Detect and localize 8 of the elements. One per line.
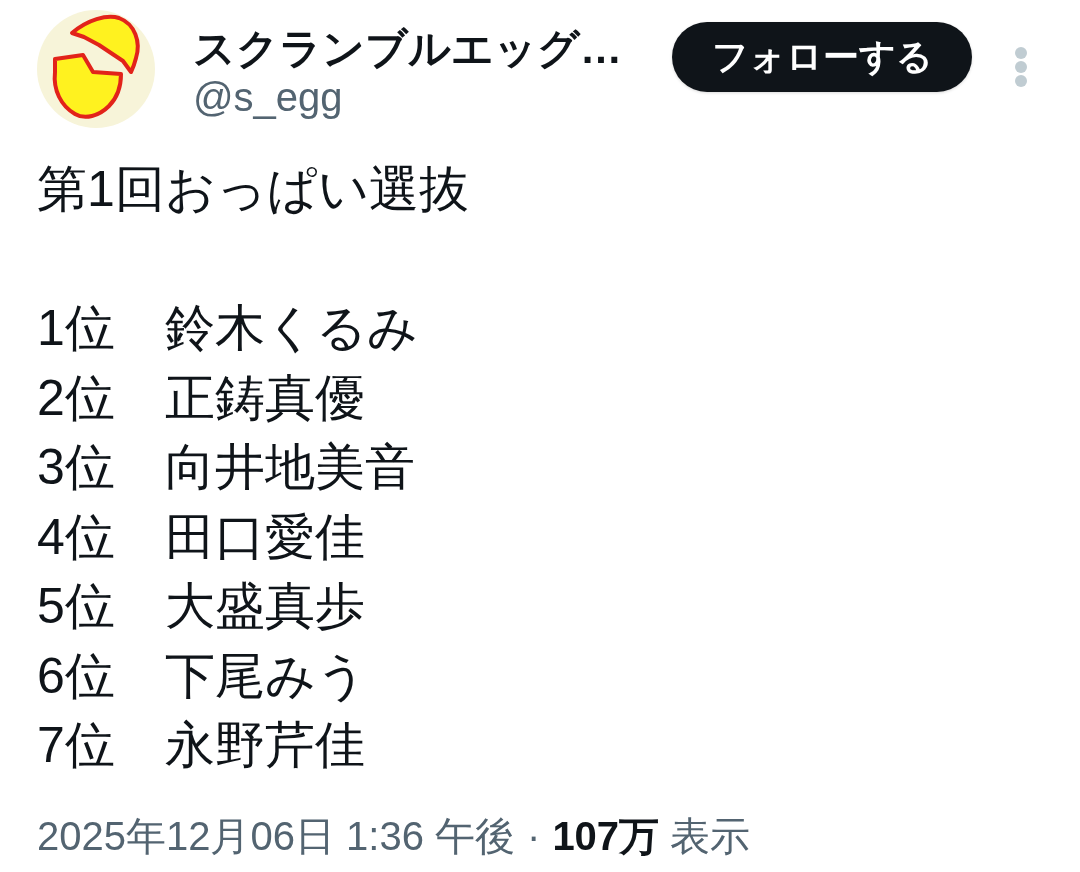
follow-button[interactable]: フォローする: [672, 22, 972, 92]
cracked-egg-icon[interactable]: [37, 10, 155, 128]
author-handle[interactable]: @s_egg: [193, 74, 343, 120]
separator-dot: ·: [527, 812, 541, 860]
timestamp-link[interactable]: 2025年12月06日 1:36 午後: [37, 810, 516, 861]
tweet-text: 第1回おっぱい選抜 1位 鈴木くるみ 2位 正鋳真優 3位 向井地美音 4位 田口愛佳 5位 大盛真歩 6位 下尾みう 7位 永野芹佳: [37, 160, 470, 775]
view-count: 107万 表示: [552, 812, 751, 860]
author-name[interactable]: スクランブルエッグ…: [193, 24, 622, 74]
